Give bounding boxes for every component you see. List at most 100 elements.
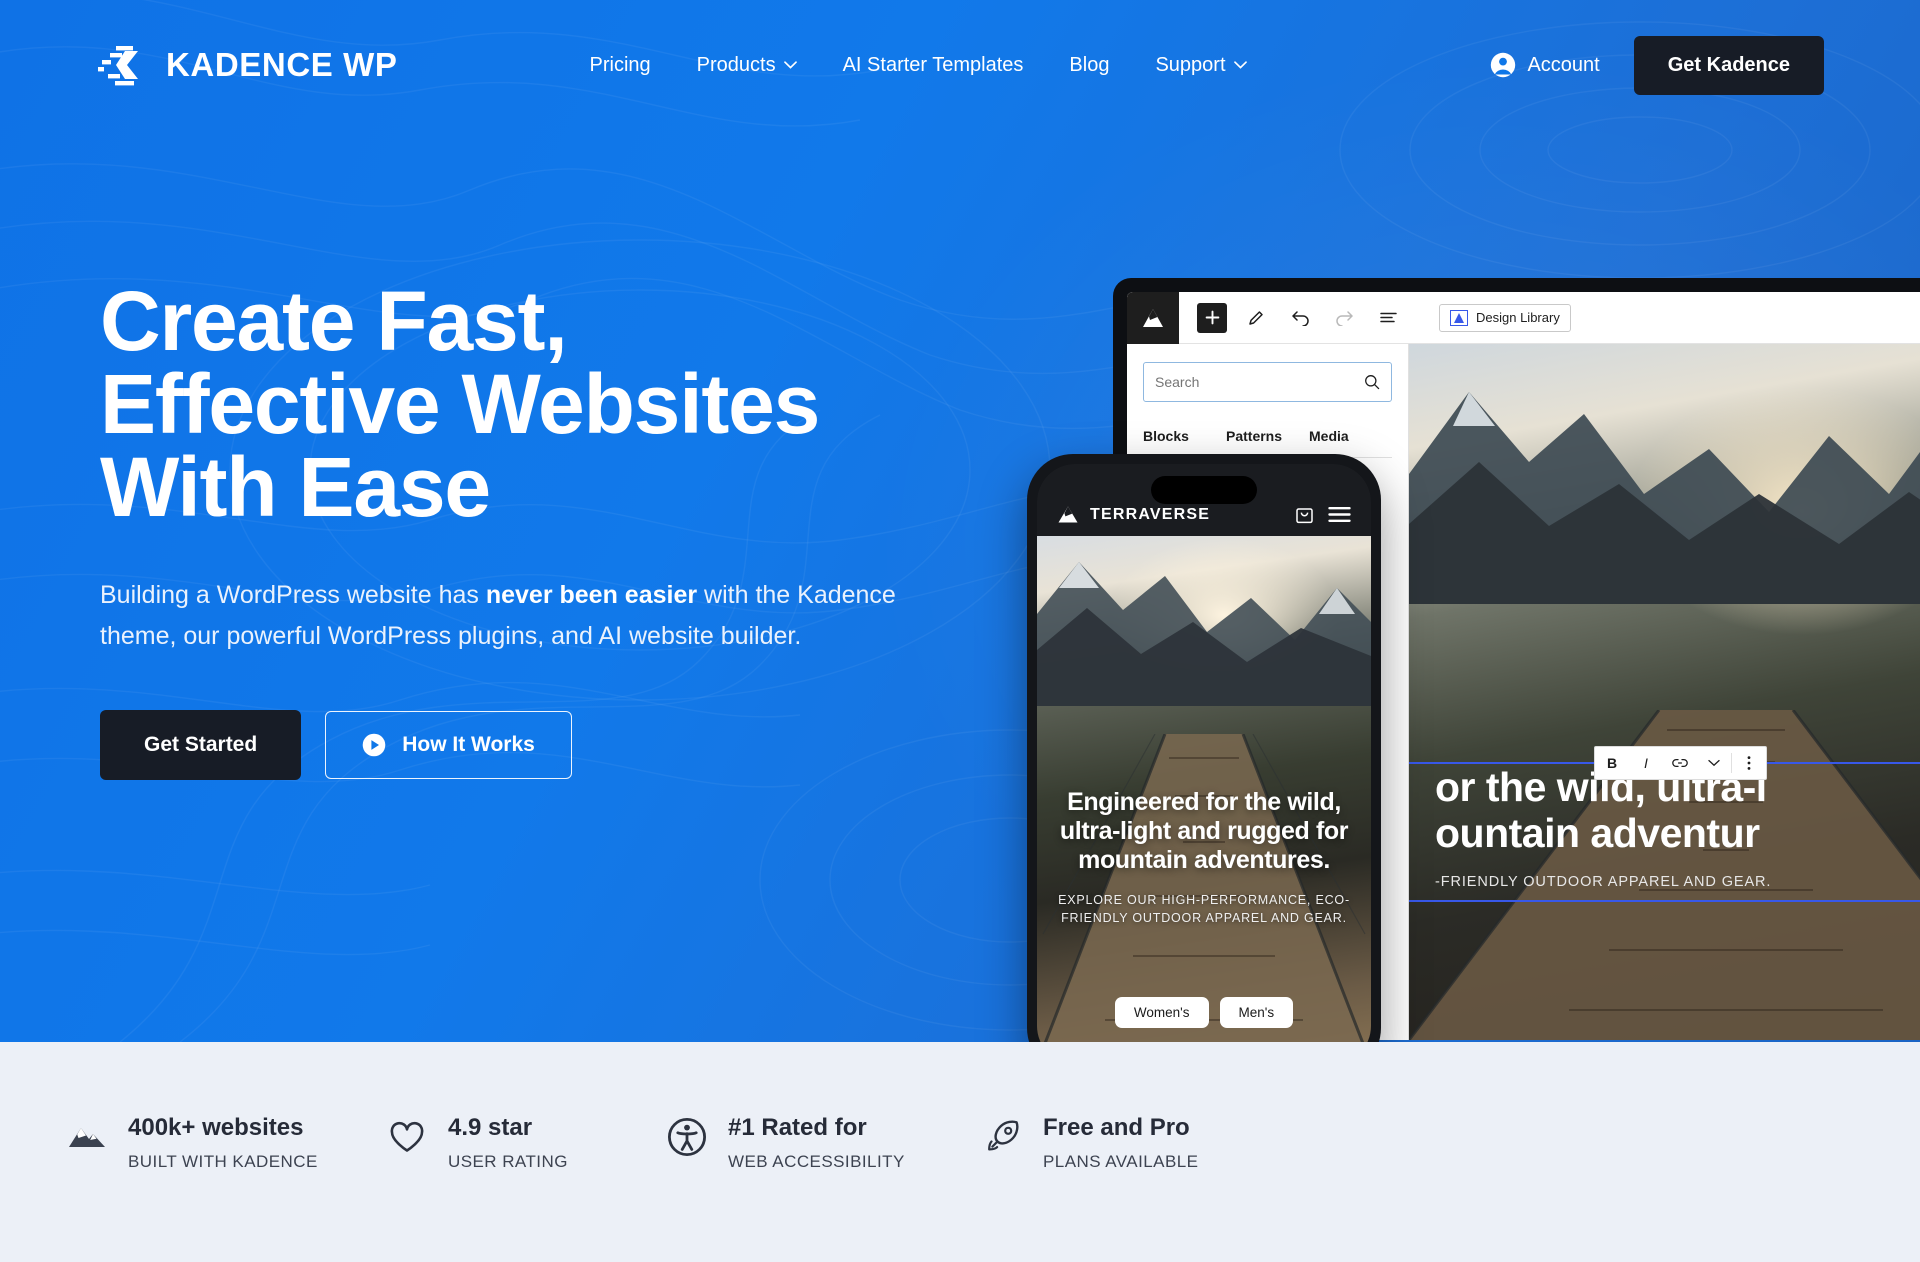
brand-name: KADENCE WP — [166, 46, 398, 83]
list-view-icon — [1379, 312, 1397, 323]
editor-toolbar: Design Library — [1127, 292, 1920, 344]
nav-link-blog[interactable]: Blog — [1069, 54, 1109, 77]
bold-button[interactable]: B — [1595, 746, 1629, 780]
stats-bar: 400k+ websites BUILT WITH KADENCE 4.9 st… — [0, 1042, 1920, 1262]
edit-tool-button[interactable] — [1241, 303, 1271, 333]
account-avatar-icon — [1491, 52, 1516, 78]
hero-section: KADENCE WP Pricing Products AI Starter T… — [0, 0, 1920, 1042]
block-search-placeholder: Search — [1155, 374, 1200, 390]
main-navigation: KADENCE WP Pricing Products AI Starter T… — [0, 0, 1920, 130]
chevron-down-icon — [783, 61, 797, 69]
block-selection-bottom-line — [1409, 900, 1920, 902]
stat-item-accessibility: #1 Rated for WEB ACCESSIBILITY — [666, 1114, 981, 1172]
how-it-works-label: How It Works — [402, 733, 535, 757]
rocket-icon — [988, 1120, 1019, 1151]
page-title: Create Fast, Effective Websites With Eas… — [100, 279, 1000, 535]
stat-text: 4.9 star USER RATING — [448, 1114, 568, 1172]
nav-link-support[interactable]: Support — [1155, 53, 1247, 77]
canvas-text-block[interactable]: or the wild, ultra-l ountain adventur -F… — [1409, 764, 1920, 890]
undo-button[interactable] — [1285, 303, 1315, 333]
stat-value: #1 Rated for — [728, 1114, 867, 1141]
mens-button[interactable]: Men's — [1219, 997, 1294, 1028]
chevron-down-icon — [1708, 759, 1720, 767]
pencil-icon — [1248, 311, 1263, 325]
nav-link-label: Blog — [1069, 53, 1110, 76]
brand-logo[interactable]: KADENCE WP — [98, 44, 398, 86]
phone-screen: TERRAVERSE Engineered for the wild, ultr… — [1037, 464, 1371, 1042]
format-more-dropdown[interactable] — [1697, 746, 1731, 780]
nav-link-label: Support — [1155, 53, 1226, 76]
add-block-button[interactable] — [1197, 302, 1227, 333]
document-overview-button[interactable] — [1373, 303, 1403, 333]
kadence-badge-icon — [1450, 309, 1468, 326]
phone-frame: TERRAVERSE Engineered for the wild, ultr… — [1027, 454, 1381, 1042]
editor-tool-buttons: Design Library — [1179, 302, 1571, 333]
product-mockup: Design Library Search Blocks Patterns Me… — [1027, 278, 1920, 1042]
mountain-ridge-graphic — [1409, 392, 1920, 604]
text-format-toolbar: B I — [1594, 746, 1767, 780]
stat-text: #1 Rated for WEB ACCESSIBILITY — [728, 1114, 905, 1172]
editor-canvas[interactable]: or the wild, ultra-l ountain adventur -F… — [1409, 344, 1920, 1040]
hero-title-line-3: With Ease — [100, 440, 491, 535]
hamburger-menu-icon[interactable] — [1328, 506, 1351, 523]
stat-item-plans: Free and Pro PLANS AVAILABLE — [981, 1114, 1281, 1172]
tab-media[interactable]: Media — [1309, 417, 1392, 457]
italic-button[interactable]: I — [1629, 746, 1663, 780]
phone-mountain-graphic — [1037, 562, 1371, 706]
womens-button[interactable]: Women's — [1114, 997, 1209, 1028]
account-label: Account — [1527, 53, 1600, 76]
stat-item-websites: 400k+ websites BUILT WITH KADENCE — [66, 1114, 386, 1172]
undo-arrow-icon — [1291, 311, 1309, 326]
stat-text: Free and Pro PLANS AVAILABLE — [1043, 1114, 1198, 1172]
link-button[interactable] — [1663, 746, 1697, 780]
stats-list: 400k+ websites BUILT WITH KADENCE 4.9 st… — [0, 1042, 1920, 1172]
phone-hero-text: Engineered for the wild, ultra-light and… — [1037, 788, 1371, 927]
phone-cta-group: Women's Men's — [1037, 997, 1371, 1028]
phone-hero-section: Engineered for the wild, ultra-light and… — [1037, 536, 1371, 1042]
hero-sub-bold: never been easier — [485, 581, 698, 610]
stat-text: 400k+ websites BUILT WITH KADENCE — [128, 1114, 318, 1172]
mountain-icon — [69, 1128, 105, 1147]
redo-arrow-icon — [1335, 311, 1353, 326]
hero-subtitle: Building a WordPress website has never b… — [100, 575, 920, 656]
account-link[interactable]: Account — [1490, 52, 1600, 78]
phone-site-brand: TERRAVERSE — [1090, 506, 1211, 523]
nav-link-ai-starter-templates[interactable]: AI Starter Templates — [843, 54, 1024, 77]
accessibility-icon — [667, 1117, 707, 1157]
design-library-button[interactable]: Design Library — [1439, 303, 1571, 332]
shopping-bag-icon[interactable] — [1295, 504, 1314, 524]
hero-sub-a: Building a WordPress website has — [100, 581, 486, 610]
get-started-button[interactable]: Get Started — [100, 710, 302, 781]
wordpress-editor-logo-icon[interactable] — [1127, 292, 1179, 344]
tab-patterns[interactable]: Patterns — [1226, 417, 1309, 457]
stat-label: USER RATING — [448, 1152, 568, 1171]
get-kadence-button[interactable]: Get Kadence — [1633, 35, 1824, 95]
canvas-paragraph: -FRIENDLY OUTDOOR APPAREL AND GEAR. — [1435, 874, 1772, 890]
tab-blocks[interactable]: Blocks — [1143, 417, 1226, 457]
link-icon — [1672, 758, 1688, 768]
nav-link-label: Pricing — [589, 53, 651, 76]
stat-value: Free and Pro — [1043, 1114, 1190, 1141]
stat-value: 400k+ websites — [128, 1114, 304, 1141]
nav-link-pricing[interactable]: Pricing — [590, 54, 651, 77]
more-options-button[interactable] — [1732, 746, 1766, 780]
design-library-label: Design Library — [1476, 310, 1560, 325]
block-search-input[interactable]: Search — [1143, 362, 1392, 402]
nav-link-label: AI Starter Templates — [842, 53, 1024, 76]
nav-link-products[interactable]: Products — [697, 54, 797, 77]
stat-label: WEB ACCESSIBILITY — [728, 1152, 905, 1171]
chevron-down-icon — [1233, 61, 1247, 69]
plus-icon — [1205, 310, 1219, 325]
phone-header-actions — [1295, 504, 1351, 524]
stat-label: BUILT WITH KADENCE — [128, 1152, 318, 1171]
redo-button[interactable] — [1329, 303, 1359, 333]
phone-hero-paragraph: EXPLORE OUR HIGH-PERFORMANCE, ECO-FRIEND… — [1058, 893, 1350, 926]
nav-right-actions: Account Get Kadence — [1490, 35, 1824, 95]
how-it-works-button[interactable]: How It Works — [325, 711, 572, 780]
kadence-homepage: KADENCE WP Pricing Products AI Starter T… — [0, 0, 1920, 1262]
stat-item-rating: 4.9 star USER RATING — [386, 1114, 666, 1172]
play-circle-icon — [362, 734, 386, 757]
search-icon — [1365, 375, 1380, 390]
kadence-logo-icon — [98, 46, 138, 86]
nav-links: Pricing Products AI Starter Templates Bl… — [590, 54, 1247, 77]
